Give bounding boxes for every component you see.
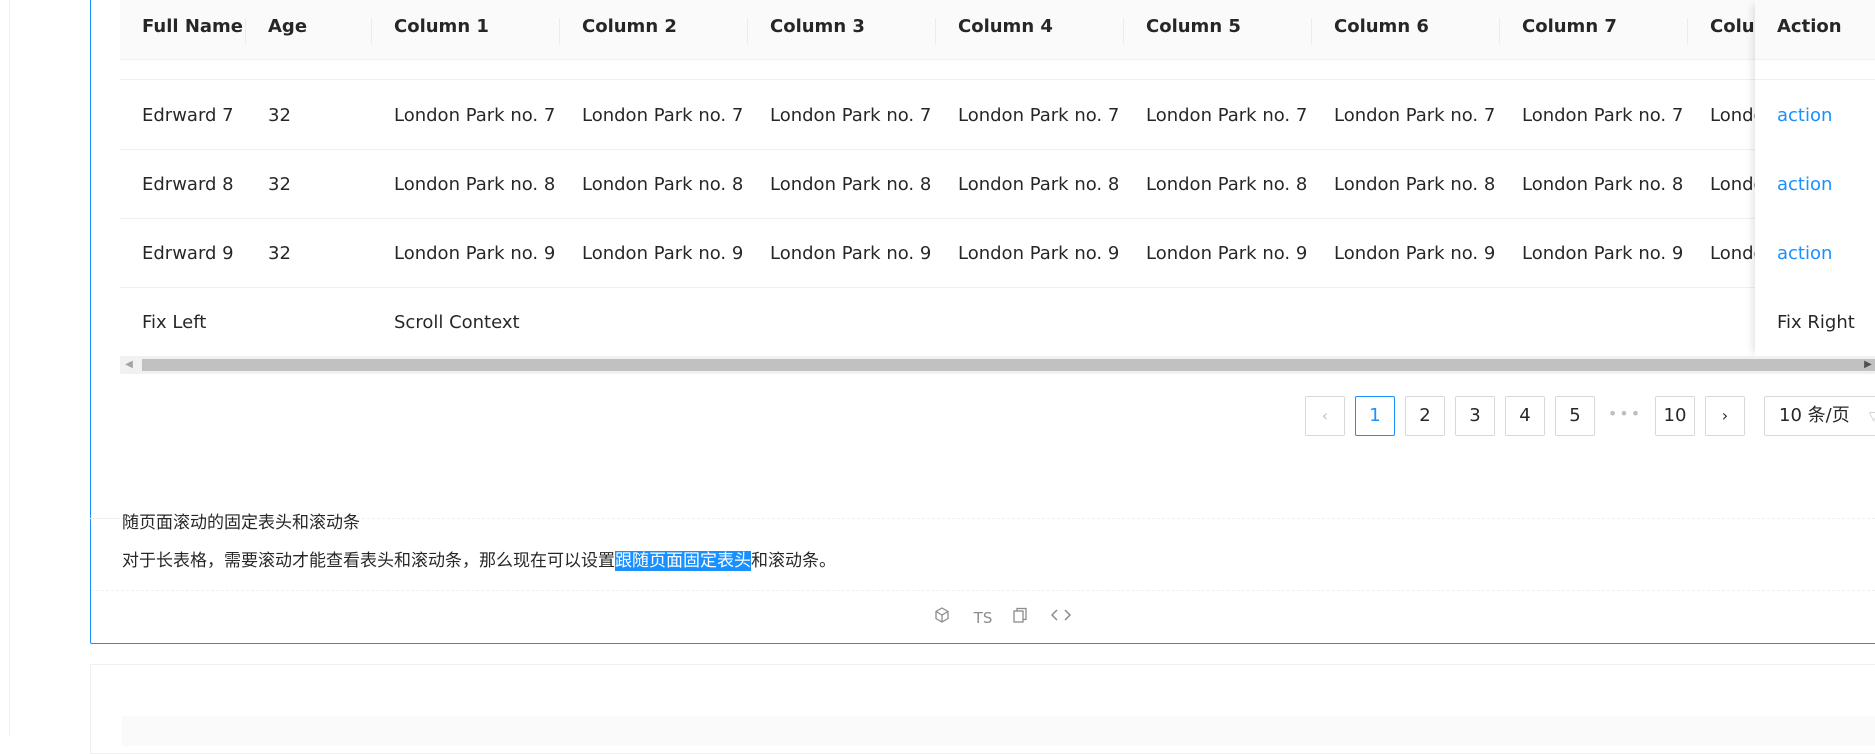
cell-age: 32 [268, 174, 291, 195]
scroll-right-icon[interactable]: ▶ [1861, 356, 1875, 374]
summary-fix-left: Fix Left [142, 312, 207, 333]
left-rail [0, 0, 10, 736]
action-link[interactable]: action [1755, 150, 1875, 219]
cell-address: London Park no. 8 [394, 174, 556, 195]
action-link[interactable]: action [1755, 81, 1875, 150]
table: Full Name Age Column 1 Column 2 Column 3… [120, 0, 1875, 376]
page-ellipsis[interactable]: ••• [1605, 396, 1645, 436]
header-column-7: Column 7 [1500, 0, 1688, 60]
cell-address: London Park no. 8 [1334, 174, 1496, 195]
cell-address: London Park no. 7 [1334, 105, 1496, 126]
code-brackets-icon [1050, 609, 1072, 621]
table-header: Full Name Age Column 1 Column 2 Column 3… [120, 0, 1875, 60]
cell-age: 32 [268, 105, 291, 126]
description-text: 对于长表格，需要滚动才能查看表头和滚动条，那么现在可以设置 [122, 551, 615, 571]
cell-address: London Park no. 9 [1334, 243, 1496, 264]
header-column-5: Column 5 [1124, 0, 1312, 60]
cell-address: London Park no. 8 [770, 174, 932, 195]
divider-left [90, 518, 120, 519]
scrollbar-thumb[interactable] [142, 359, 1875, 371]
cube-icon [935, 607, 949, 623]
summary-fix-right: Fix Right [1777, 312, 1855, 333]
next-demo-content [122, 716, 1875, 746]
demo-title: 随页面滚动的固定表头和滚动条 [122, 513, 360, 533]
summary-scroll-context: Scroll Context [394, 312, 520, 333]
chevron-right-icon: › [1721, 406, 1729, 425]
page-size-value: 10 条/页 [1779, 405, 1850, 426]
prev-page-button[interactable]: ‹ [1305, 396, 1345, 436]
cell-address: London Park no. 9 [1146, 243, 1308, 264]
copy-icon[interactable] [1010, 606, 1030, 630]
cell-address: London Park no. 9 [1522, 243, 1684, 264]
page-size-select[interactable]: 10 条/页 ▽ [1764, 396, 1875, 436]
action-link[interactable]: action [1755, 219, 1875, 288]
page-10-button[interactable]: 10 [1655, 396, 1695, 436]
codesandbox-icon[interactable] [932, 606, 952, 630]
cell-address: London Park no. 7 [582, 105, 744, 126]
table-spacer-row [120, 60, 1875, 80]
cell-address: London Park no. 7 [958, 105, 1120, 126]
description-text-end: 和滚动条。 [751, 551, 836, 571]
page-3-button[interactable]: 3 [1455, 396, 1495, 436]
header-column-6: Column 6 [1312, 0, 1500, 60]
cell-address: London Park no. 8 [1146, 174, 1308, 195]
cell-address: London Park no. 7 [1146, 105, 1308, 126]
fixed-right-column: Action action action action Fix Right [1755, 0, 1875, 357]
table-row: Edrward 7 32 London Park no. 7 London Pa… [120, 81, 1875, 150]
demo-description: 对于长表格，需要滚动才能查看表头和滚动条，那么现在可以设置跟随页面固定表头和滚动… [122, 546, 836, 571]
ts-toggle[interactable]: TS [970, 606, 996, 630]
header-action: Action [1777, 16, 1842, 37]
cell-address: London Park no. 9 [394, 243, 556, 264]
cell-address: London Park no. 7 [1522, 105, 1684, 126]
header-column-2: Column 2 [560, 0, 748, 60]
fixed-right-spacer [1755, 60, 1875, 80]
page-5-button[interactable]: 5 [1555, 396, 1595, 436]
page-1-button[interactable]: 1 [1355, 396, 1395, 436]
actions-divider [91, 590, 1875, 591]
chevron-down-icon: ▽ [1869, 409, 1875, 423]
cell-name: Edrward 9 [142, 243, 234, 264]
header-full-name: Full Name [120, 0, 246, 60]
header-column-4: Column 4 [936, 0, 1124, 60]
cell-name: Edrward 7 [142, 105, 234, 126]
table-row: Edrward 9 32 London Park no. 9 London Pa… [120, 219, 1875, 288]
copy-glyph-icon [1013, 607, 1027, 623]
cell-address: London Park no. 9 [958, 243, 1120, 264]
chevron-left-icon: ‹ [1321, 406, 1329, 425]
cell-address: London Park no. 8 [1522, 174, 1684, 195]
horizontal-scrollbar[interactable]: ◀ ▶ [120, 356, 1875, 374]
table-summary-row: Fix Left Scroll Context [120, 288, 1875, 357]
cell-address: London Park no. 8 [958, 174, 1120, 195]
page-4-button[interactable]: 4 [1505, 396, 1545, 436]
cell-address: London Park no. 8 [582, 174, 744, 195]
table-row: Edrward 8 32 London Park no. 8 London Pa… [120, 150, 1875, 219]
header-column-1: Column 1 [372, 0, 560, 60]
header-age: Age [246, 0, 372, 60]
cell-address: London Park no. 9 [582, 243, 744, 264]
scroll-left-icon[interactable]: ◀ [120, 356, 138, 374]
header-column-3: Column 3 [748, 0, 936, 60]
next-page-button[interactable]: › [1705, 396, 1745, 436]
description-highlight: 跟随页面固定表头 [615, 551, 751, 571]
page-2-button[interactable]: 2 [1405, 396, 1445, 436]
cell-name: Edrward 8 [142, 174, 234, 195]
fixed-right-header: Action [1755, 0, 1875, 60]
cell-address: London Park no. 9 [770, 243, 932, 264]
cell-age: 32 [268, 243, 291, 264]
cell-address: London Park no. 7 [770, 105, 932, 126]
code-icon[interactable] [1048, 606, 1074, 630]
description-divider [122, 518, 1875, 519]
cell-address: London Park no. 7 [394, 105, 556, 126]
